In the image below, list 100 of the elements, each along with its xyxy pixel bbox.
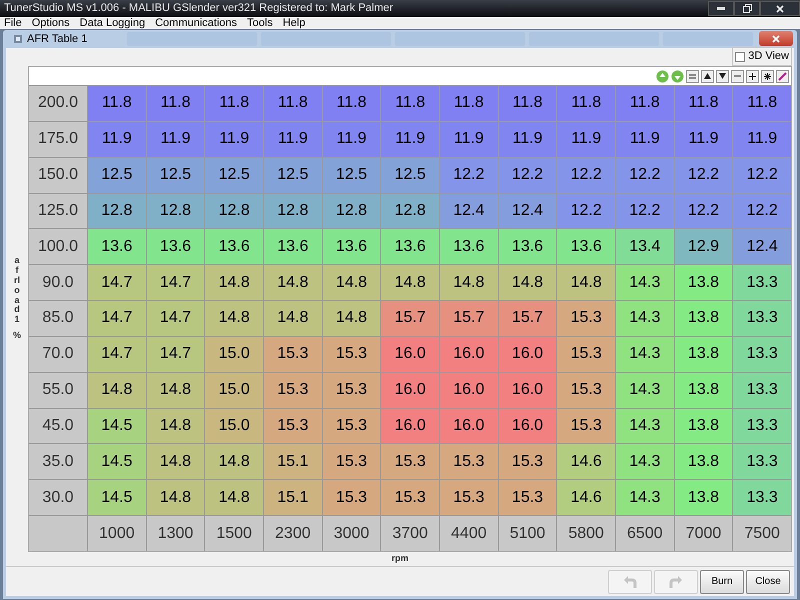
table-cell[interactable]: 14.8 xyxy=(440,265,498,300)
table-cell[interactable]: 13.6 xyxy=(264,229,322,264)
table-cell[interactable]: 14.3 xyxy=(616,336,674,372)
table-cell[interactable]: 14.6 xyxy=(557,444,615,480)
table-cell[interactable]: 14.8 xyxy=(498,265,556,300)
table-cell[interactable]: 14.8 xyxy=(146,372,204,408)
table-cell[interactable]: 11.8 xyxy=(264,86,322,121)
table-cell[interactable]: 15.3 xyxy=(322,444,380,480)
add-button[interactable] xyxy=(746,70,759,82)
dialog-button[interactable]: Burn xyxy=(700,570,744,594)
table-cell[interactable]: 13.8 xyxy=(674,444,732,480)
close-button[interactable] xyxy=(759,31,793,46)
menu-item[interactable]: Help xyxy=(282,18,306,28)
table-cell[interactable]: 13.3 xyxy=(733,372,791,408)
view-3d-checkbox[interactable]: 3D View xyxy=(732,47,792,66)
table-cell[interactable]: 14.7 xyxy=(88,301,146,336)
table-cell[interactable]: 15.3 xyxy=(440,444,498,480)
menu-item[interactable]: Options xyxy=(32,18,70,28)
table-cell[interactable]: 14.8 xyxy=(322,301,380,336)
table-cell[interactable]: 11.9 xyxy=(264,122,322,157)
table-cell[interactable]: 14.8 xyxy=(88,372,146,408)
table-cell[interactable]: 14.8 xyxy=(557,265,615,300)
table-cell[interactable]: 15.7 xyxy=(381,301,439,336)
table-cell[interactable]: 12.8 xyxy=(146,194,204,228)
table-cell[interactable]: 11.8 xyxy=(498,86,556,121)
table-cell[interactable]: 16.0 xyxy=(381,408,439,444)
table-cell[interactable]: 13.8 xyxy=(674,336,732,372)
table-cell[interactable]: 15.7 xyxy=(440,301,498,336)
table-cell[interactable]: 13.6 xyxy=(381,229,439,264)
table-cell[interactable]: 16.0 xyxy=(440,336,498,372)
table-cell[interactable]: 11.8 xyxy=(674,86,732,121)
table-cell[interactable]: 13.6 xyxy=(88,229,146,264)
table-cell[interactable]: 14.7 xyxy=(146,301,204,336)
table-cell[interactable]: 16.0 xyxy=(381,372,439,408)
menu-item[interactable]: Tools xyxy=(247,18,273,28)
menu-item[interactable]: File xyxy=(4,18,22,28)
table-cell[interactable]: 14.8 xyxy=(205,444,263,480)
table-cell[interactable]: 14.3 xyxy=(616,408,674,444)
table-cell[interactable]: 13.4 xyxy=(616,229,674,264)
lower-button[interactable] xyxy=(716,70,729,82)
table-cell[interactable]: 13.8 xyxy=(674,408,732,444)
table-cell[interactable]: 14.3 xyxy=(616,265,674,300)
table-cell[interactable]: 14.8 xyxy=(205,480,263,516)
table-cell[interactable]: 12.2 xyxy=(498,158,556,193)
table-cell[interactable]: 14.3 xyxy=(616,372,674,408)
table-cell[interactable]: 14.8 xyxy=(264,265,322,300)
table-cell[interactable]: 12.8 xyxy=(381,194,439,228)
table-cell[interactable]: 15.3 xyxy=(440,480,498,516)
table-cell[interactable]: 11.9 xyxy=(205,122,263,157)
table-cell[interactable]: 12.5 xyxy=(381,158,439,193)
table-cell[interactable]: 14.7 xyxy=(146,265,204,300)
table-cell[interactable]: 12.2 xyxy=(674,194,732,228)
table-cell[interactable]: 14.3 xyxy=(616,444,674,480)
table-cell[interactable]: 14.5 xyxy=(88,480,146,516)
menu-item[interactable]: Data Logging xyxy=(80,18,146,28)
table-cell[interactable]: 11.9 xyxy=(733,122,791,157)
table-cell[interactable]: 14.8 xyxy=(205,301,263,336)
table-cell[interactable]: 11.8 xyxy=(440,86,498,121)
table-cell[interactable]: 15.3 xyxy=(381,444,439,480)
table-cell[interactable]: 12.2 xyxy=(616,194,674,228)
dialog-button[interactable]: Close xyxy=(746,570,790,594)
checkbox[interactable] xyxy=(735,52,746,62)
table-cell[interactable]: 13.8 xyxy=(674,301,732,336)
table-cell[interactable]: 13.3 xyxy=(733,265,791,300)
table-cell[interactable]: 13.3 xyxy=(733,480,791,516)
table-cell[interactable]: 11.8 xyxy=(88,86,146,121)
table-cell[interactable]: 11.8 xyxy=(616,86,674,121)
table-cell[interactable]: 15.3 xyxy=(498,444,556,480)
table-cell[interactable]: 16.0 xyxy=(498,372,556,408)
table-cell[interactable]: 12.5 xyxy=(322,158,380,193)
table-cell[interactable]: 15.3 xyxy=(498,480,556,516)
table-cell[interactable]: 11.9 xyxy=(146,122,204,157)
table-cell[interactable]: 12.2 xyxy=(733,158,791,193)
multiply-button[interactable] xyxy=(761,70,774,82)
table-cell[interactable]: 12.8 xyxy=(88,194,146,228)
table-cell[interactable]: 11.9 xyxy=(381,122,439,157)
table-cell[interactable]: 15.1 xyxy=(264,480,322,516)
table-cell[interactable]: 12.4 xyxy=(498,194,556,228)
table-cell[interactable]: 14.8 xyxy=(146,480,204,516)
table-cell[interactable]: 15.3 xyxy=(381,480,439,516)
table-cell[interactable]: 16.0 xyxy=(440,408,498,444)
table-cell[interactable]: 15.0 xyxy=(205,336,263,372)
table-cell[interactable]: 12.2 xyxy=(557,158,615,193)
table-cell[interactable]: 11.8 xyxy=(381,86,439,121)
table-cell[interactable]: 15.7 xyxy=(498,301,556,336)
table-cell[interactable]: 12.8 xyxy=(322,194,380,228)
table-cell[interactable]: 15.3 xyxy=(322,336,380,372)
table-cell[interactable]: 11.8 xyxy=(733,86,791,121)
table-cell[interactable]: 11.8 xyxy=(557,86,615,121)
table-cell[interactable]: 11.9 xyxy=(498,122,556,157)
table-cell[interactable]: 15.1 xyxy=(264,444,322,480)
table-cell[interactable]: 14.7 xyxy=(88,336,146,372)
table-cell[interactable]: 11.9 xyxy=(674,122,732,157)
table-cell[interactable]: 13.6 xyxy=(322,229,380,264)
table-cell[interactable]: 14.8 xyxy=(146,444,204,480)
table-cell[interactable]: 15.3 xyxy=(322,408,380,444)
table-cell[interactable]: 12.2 xyxy=(557,194,615,228)
table-cell[interactable]: 11.9 xyxy=(616,122,674,157)
table-cell[interactable]: 13.8 xyxy=(674,265,732,300)
table-cell[interactable]: 13.6 xyxy=(498,229,556,264)
